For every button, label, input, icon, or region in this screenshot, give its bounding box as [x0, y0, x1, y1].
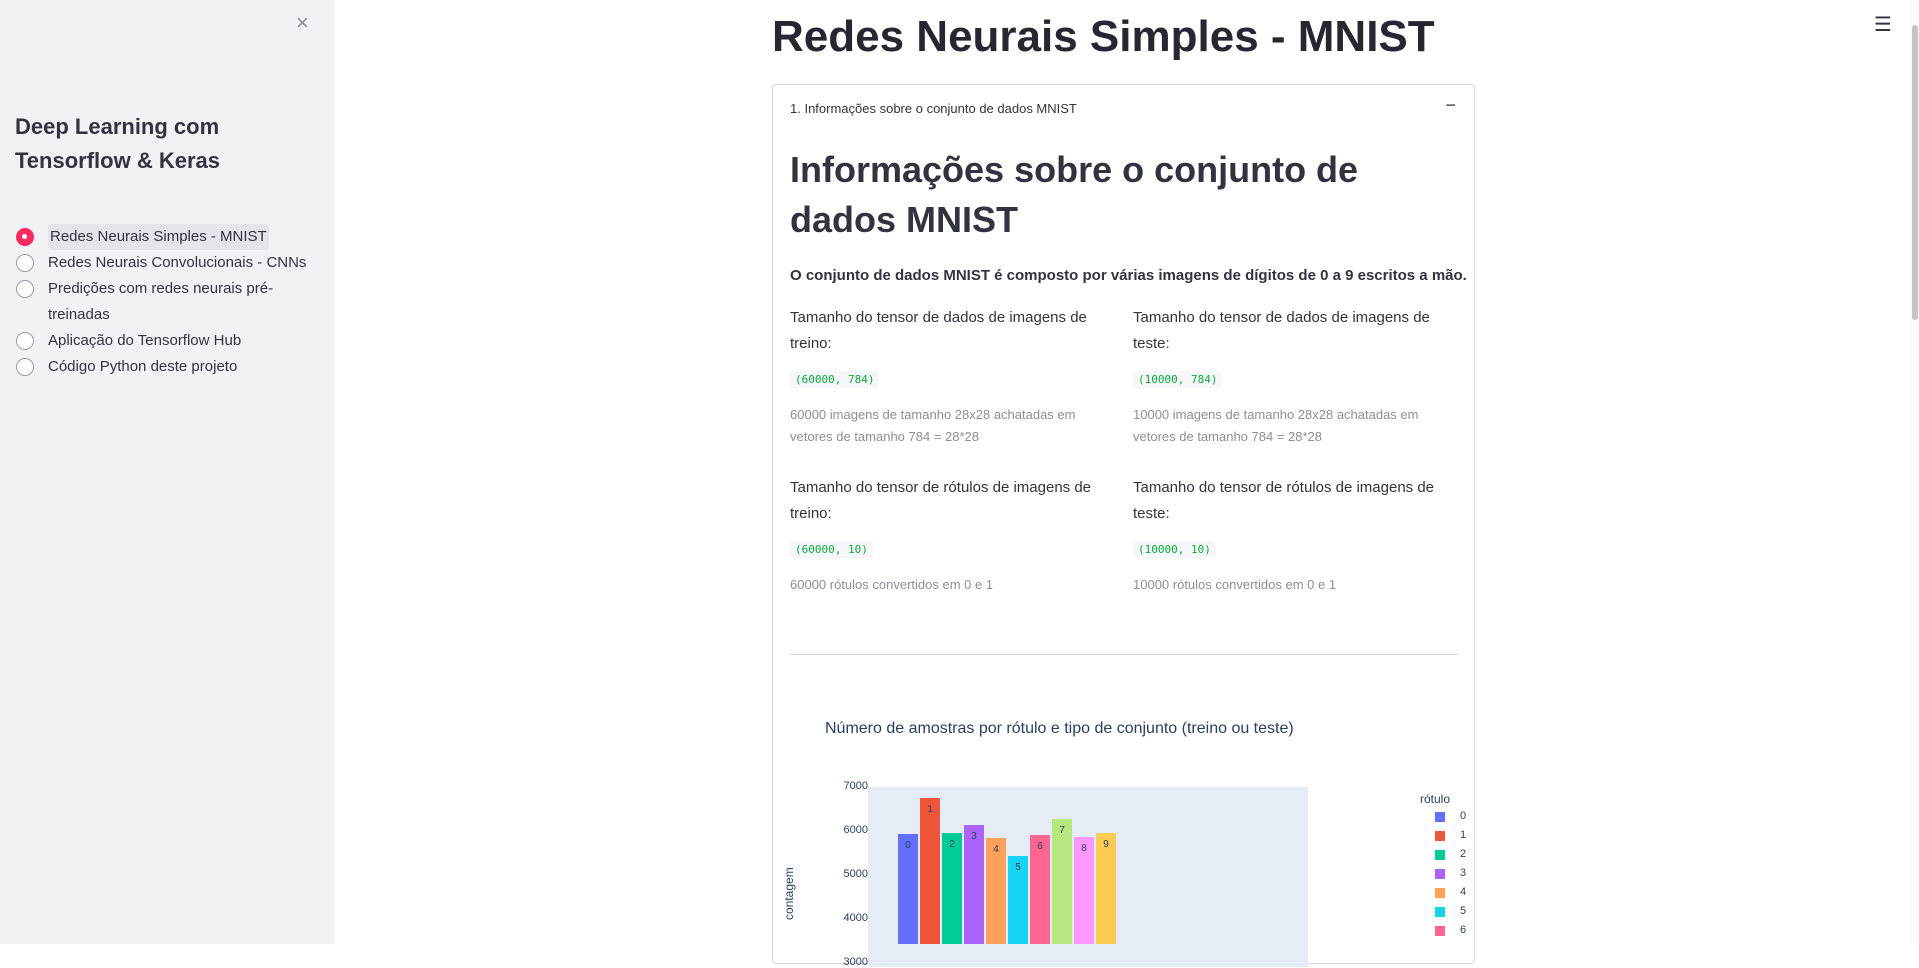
legend-swatch-3[interactable] [1435, 869, 1445, 879]
bar-label-8: 8 [1081, 843, 1087, 855]
bar-label-7: 7 [1059, 825, 1065, 837]
test-labels-label: Tamanho do tensor de rótulos de imagens … [1133, 479, 1435, 522]
radio-circle-icon[interactable] [16, 280, 34, 298]
y-axis-label: contagem [782, 867, 796, 920]
divider [790, 654, 1458, 655]
legend-swatch-4[interactable] [1435, 888, 1445, 898]
train-labels-label: Tamanho do tensor de rótulos de imagens … [790, 479, 1092, 522]
radio-option[interactable]: Redes Neurais Convolucionais - CNNs [15, 250, 325, 276]
bar-label-2: 2 [949, 838, 955, 850]
radio-circle-icon[interactable] [16, 358, 34, 376]
radio-option[interactable]: Predições com redes neurais pré-treinada… [15, 276, 325, 328]
legend-label-5[interactable]: 5 [1460, 905, 1466, 917]
legend-swatch-1[interactable] [1435, 831, 1445, 841]
test-labels-shape: (10000, 10) [1133, 541, 1216, 558]
section-heading: Informações sobre o conjunto de dados MN… [790, 149, 1359, 240]
legend-label-0[interactable]: 0 [1460, 810, 1466, 822]
legend-swatch-0[interactable] [1435, 812, 1445, 822]
legend-label-1[interactable]: 1 [1460, 829, 1466, 841]
sidebar: × Deep Learning com Tensorflow & Keras R… [0, 0, 335, 944]
y-tick-label: 3000 [843, 955, 868, 968]
train-labels-block: Tamanho do tensor de rótulos de imagens … [790, 475, 1110, 596]
train-labels-shape: (60000, 10) [790, 541, 873, 558]
close-sidebar-icon[interactable]: × [296, 10, 309, 36]
page-title: Redes Neurais Simples - MNIST [772, 12, 1435, 61]
test-labels-block: Tamanho do tensor de rótulos de imagens … [1133, 475, 1453, 596]
bar-label-3: 3 [971, 831, 977, 843]
radio-label: Redes Neurais Convolucionais - CNNs [48, 254, 307, 271]
radio-circle-icon[interactable] [16, 228, 34, 246]
bar-3[interactable] [964, 825, 984, 944]
bar-label-1: 1 [927, 804, 933, 816]
expander-title[interactable]: 1. Informações sobre o conjunto de dados… [790, 101, 1077, 116]
page-radio-group: Redes Neurais Simples - MNIST Redes Neura… [15, 224, 325, 380]
collapse-icon[interactable]: − [1445, 95, 1456, 116]
legend-swatch-6[interactable] [1435, 926, 1445, 936]
chart-title: Número de amostras por rótulo e tipo de … [825, 720, 1294, 737]
legend-label-2[interactable]: 2 [1460, 848, 1466, 860]
train-data-caption: 60000 imagens de tamanho 28x28 achatadas… [790, 407, 1076, 444]
radio-label: Aplicação do Tensorflow Hub [48, 332, 242, 349]
test-data-block: Tamanho do tensor de dados de imagens de… [1133, 305, 1453, 448]
bar-label-5: 5 [1015, 862, 1021, 874]
y-tick-label: 6000 [843, 823, 868, 836]
bar-label-9: 9 [1103, 839, 1109, 851]
radio-option[interactable]: Código Python deste projeto [15, 354, 325, 380]
bar-1[interactable] [920, 798, 940, 944]
legend-title: rótulo [1420, 792, 1451, 806]
radio-circle-icon[interactable] [16, 332, 34, 350]
bar-label-4: 4 [993, 843, 999, 855]
legend-label-4[interactable]: 4 [1460, 886, 1466, 898]
radio-circle-icon[interactable] [16, 254, 34, 272]
samples-per-label-chart: Número de amostras por rótulo e tipo de … [782, 700, 1480, 968]
intro-text: O conjunto de dados MNIST é composto por… [790, 267, 1467, 284]
y-tick-label: 4000 [843, 911, 868, 924]
train-data-label: Tamanho do tensor de dados de imagens de… [790, 309, 1087, 352]
sidebar-title: Deep Learning com Tensorflow & Keras [15, 114, 220, 173]
radio-option[interactable]: Redes Neurais Simples - MNIST [15, 224, 325, 250]
train-labels-caption: 60000 rótulos convertidos em 0 e 1 [790, 577, 994, 592]
scrollbar-thumb[interactable] [1912, 25, 1918, 320]
radio-label: Código Python deste projeto [48, 358, 238, 375]
radio-option[interactable]: Aplicação do Tensorflow Hub [15, 328, 325, 354]
y-tick-label: 5000 [843, 867, 868, 880]
radio-label: Redes Neurais Simples - MNIST [48, 224, 269, 250]
train-data-shape: (60000, 784) [790, 371, 880, 388]
test-data-label: Tamanho do tensor de dados de imagens de… [1133, 309, 1430, 352]
bar-label-0: 0 [905, 840, 911, 852]
legend-swatch-2[interactable] [1435, 850, 1445, 860]
hamburger-menu-icon[interactable]: ☰ [1874, 12, 1892, 37]
test-data-shape: (10000, 784) [1133, 371, 1223, 388]
bar-label-6: 6 [1037, 840, 1043, 852]
legend-label-6[interactable]: 6 [1460, 924, 1466, 936]
y-tick-label: 7000 [843, 780, 868, 792]
radio-label: Predições com redes neurais pré-treinada… [48, 280, 274, 323]
bar-7[interactable] [1052, 819, 1072, 944]
legend-swatch-5[interactable] [1435, 907, 1445, 917]
test-data-caption: 10000 imagens de tamanho 28x28 achatadas… [1133, 407, 1419, 444]
legend-label-3[interactable]: 3 [1460, 867, 1466, 879]
test-labels-caption: 10000 rótulos convertidos em 0 e 1 [1133, 577, 1337, 592]
train-data-block: Tamanho do tensor de dados de imagens de… [790, 305, 1110, 448]
